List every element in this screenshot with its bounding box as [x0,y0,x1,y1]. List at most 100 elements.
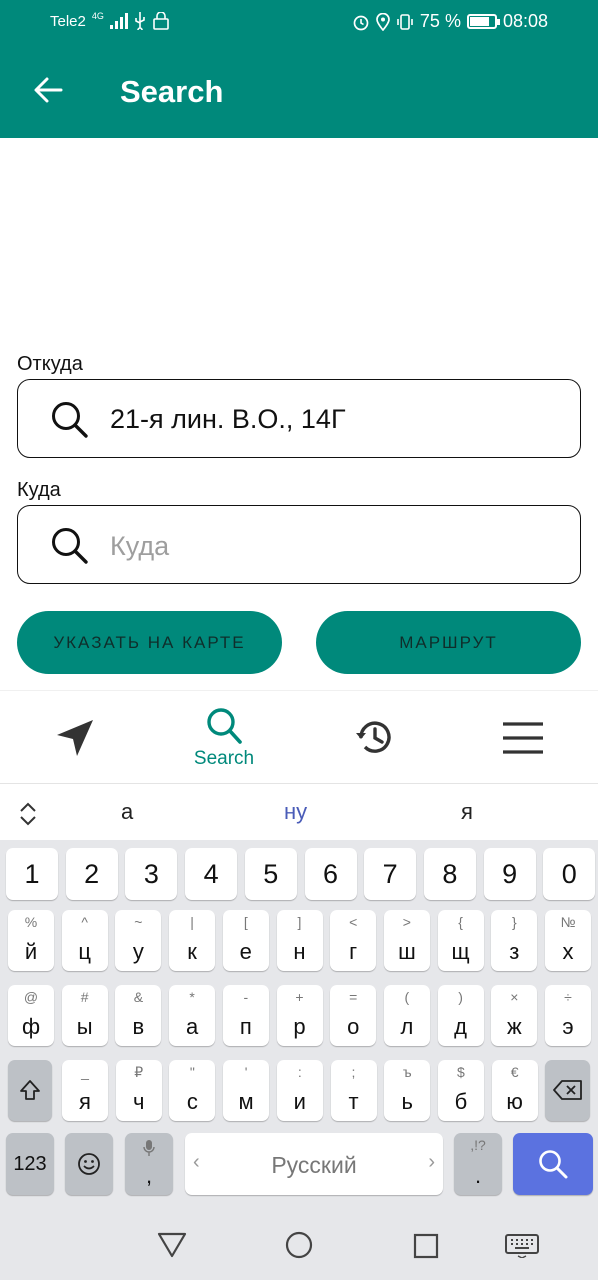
voice-comma-key[interactable]: , [125,1133,173,1195]
arrow-left-icon [34,77,63,103]
route-button[interactable]: МАРШРУТ [316,611,581,674]
key-letter: щ [451,939,470,964]
key-row2-10[interactable]: ÷ э [545,985,591,1046]
key-symbol: * [189,989,195,1005]
key-row1-9[interactable]: } з [491,910,538,971]
from-field[interactable]: 21-я лин. В.О., 14Г [17,379,581,458]
key-letter: х [562,939,574,964]
backspace-key[interactable] [545,1060,590,1121]
suggestion-2[interactable]: ну [284,799,307,825]
search-action-key[interactable] [513,1133,593,1195]
key-row2-2[interactable]: & в [115,985,162,1046]
key-row1-8[interactable]: {щ [437,910,484,971]
key-letter: с [186,1089,198,1114]
key-row3-1[interactable]: ₽ ч [115,1060,162,1121]
key-row3-0[interactable]: _ я [62,1060,108,1121]
key-row3-7[interactable]: $ б [437,1060,484,1121]
to-field[interactable] [17,505,581,584]
key-row3-5[interactable]: ; т [330,1060,377,1121]
key-symbol: ъ [402,1064,412,1080]
history-icon [356,721,391,753]
home-circle-icon[interactable] [285,1231,313,1259]
key-letter: у [132,939,144,964]
key-row1-0[interactable]: % й [8,910,54,971]
punctuation-key[interactable]: ,!? . [454,1133,502,1195]
key-row1-5[interactable]: ] н [276,910,323,971]
key-row2-9[interactable]: × ж [491,985,538,1046]
key-row1-2[interactable]: ~ у [115,910,162,971]
key-row2-6[interactable]: = о [330,985,377,1046]
comma-label: , [145,1163,153,1188]
key-row2-1[interactable]: # ы [61,985,108,1046]
key-row2-5[interactable]: + р [276,985,323,1046]
key-digit-3[interactable]: 3 [125,848,178,900]
key-digit-7[interactable]: 7 [364,848,417,900]
key-row2-4[interactable]: -п [222,985,269,1046]
from-value[interactable]: 21-я лин. В.О., 14Г [110,404,346,435]
nav-history[interactable] [345,691,405,785]
key-row2-0[interactable]: @ ф [8,985,54,1046]
key-row1-3[interactable]: | к [169,910,216,971]
shift-key[interactable] [8,1060,52,1121]
key-letter: е [239,939,252,964]
suggestion-1[interactable]: а [121,799,133,825]
key-digit-1[interactable]: 1 [6,848,58,900]
key-row1-1[interactable]: ^ ц [61,910,108,971]
key-row1-7[interactable]: > ш [383,910,430,971]
key-row1-4[interactable]: [е [222,910,269,971]
suggestion-3[interactable]: я [461,799,473,825]
key-row3-2[interactable]: " с [169,1060,216,1121]
key-symbol: ] [297,914,302,930]
battery-percent: 75 % [419,11,461,31]
key-symbol: ( [404,989,410,1005]
system-nav-bar [0,1200,598,1280]
expand-collapse-icon[interactable] [18,802,38,826]
key-letter: ы [76,1014,93,1039]
vibrate-icon [397,13,413,30]
key-letter: б [454,1089,468,1114]
key-letter: н [293,939,306,964]
key-row2-3[interactable]: * а [169,985,216,1046]
key-row1-10[interactable]: № х [545,910,591,971]
to-input[interactable] [110,526,550,566]
back-button[interactable] [26,68,70,112]
nav-search[interactable]: Search [180,691,268,785]
key-digit-5[interactable]: 5 [244,848,297,900]
key-letter: к [187,939,197,964]
key-row3-8[interactable]: € ю [491,1060,538,1121]
key-row2-8[interactable]: ) д [437,985,484,1046]
space-key[interactable]: ‹ Русский › [185,1133,443,1195]
key-symbol: ' [244,1064,248,1080]
emoji-key[interactable] [65,1133,113,1195]
nav-navigate[interactable] [45,691,105,785]
key-letter: л [400,1014,414,1039]
key-digit-2[interactable]: 2 [65,848,118,900]
key-row2-7[interactable]: (л [383,985,430,1046]
status-bar: Tele2 4G 75 % 08:08 [0,0,598,46]
key-symbol: = [349,989,358,1005]
keyboard-icon[interactable] [505,1234,539,1258]
key-row3-4[interactable]: :и [276,1060,323,1121]
nav-menu[interactable] [493,691,553,785]
key-symbol: % [24,914,38,930]
key-digit-4[interactable]: 4 [185,848,238,900]
key-row3-3[interactable]: ' м [223,1060,270,1121]
select-on-map-button[interactable]: УКАЗАТЬ НА КАРТЕ [17,611,282,674]
key-digit-0[interactable]: 0 [543,848,596,900]
space-label: Русский [271,1152,357,1178]
key-symbol: > [402,914,411,930]
key-row3-6[interactable]: ъь [384,1060,431,1121]
key-letter: ц [78,939,91,964]
mode-123-key[interactable]: 123 [6,1133,54,1195]
recents-square-icon[interactable] [413,1233,439,1259]
search-icon [207,708,242,744]
key-digit-8[interactable]: 8 [423,848,476,900]
key-row1-6[interactable]: < г [330,910,377,971]
back-triangle-icon[interactable] [157,1232,187,1258]
to-label: Куда [17,479,61,501]
key-symbol: ÷ [564,989,572,1005]
key-digit-6[interactable]: 6 [304,848,357,900]
key-digit-9[interactable]: 9 [483,848,536,900]
shift-icon [20,1080,40,1100]
key-symbol: " [189,1064,195,1080]
